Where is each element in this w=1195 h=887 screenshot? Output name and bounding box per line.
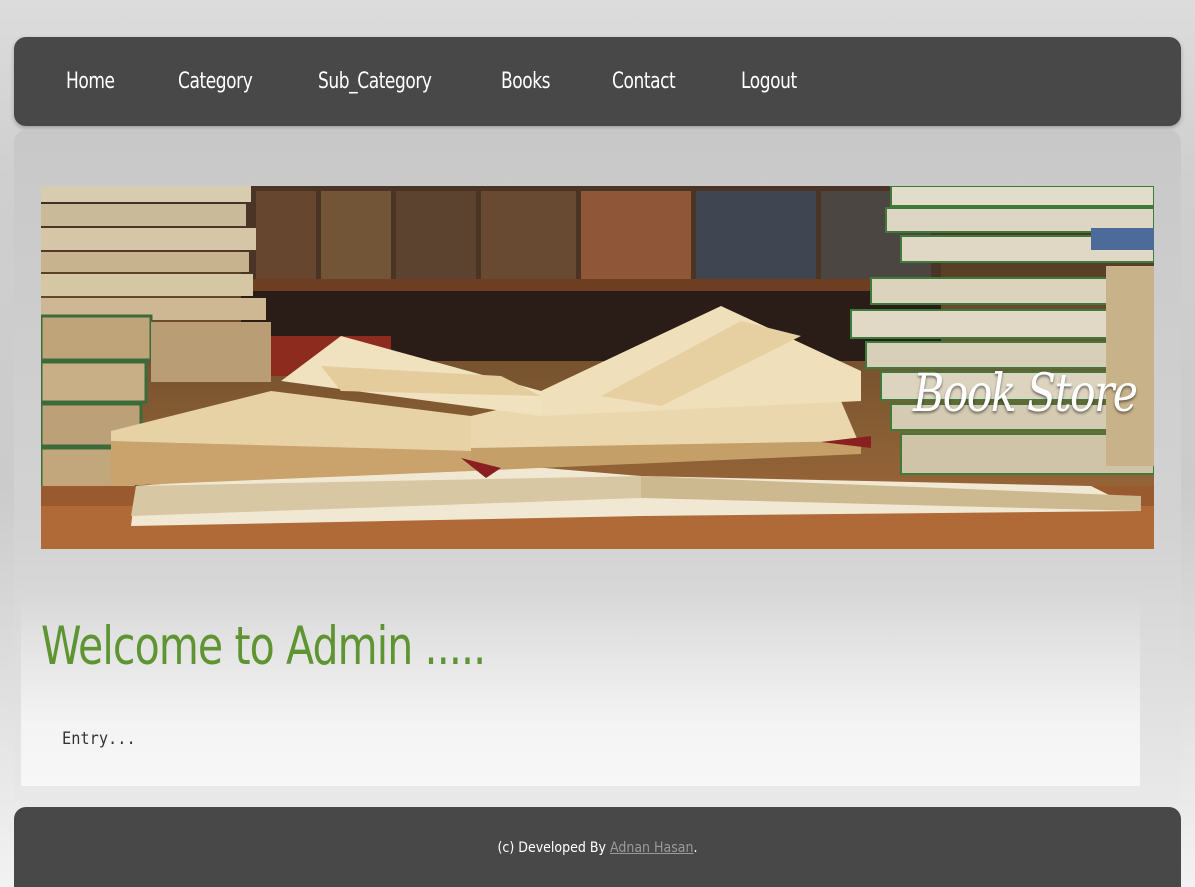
nav-link-sub-category[interactable]: Sub_Category [306, 69, 463, 94]
nav-link-category[interactable]: Category [166, 69, 286, 94]
nav-item-sub-category: Sub_Category [306, 69, 489, 94]
nav-item-logout: Logout [729, 69, 829, 94]
entry-text: Entry... [62, 729, 136, 749]
footer-suffix: . [693, 840, 698, 856]
header-banner: Book Store [41, 186, 1154, 549]
nav-link-logout[interactable]: Logout [729, 69, 815, 94]
footer-prefix: (c) Developed By [497, 840, 610, 856]
nav-item-home: Home [54, 69, 166, 94]
page-footer: (c) Developed By Adnan Hasan. [14, 807, 1181, 887]
nav-link-contact[interactable]: Contact [600, 69, 711, 94]
main-content: Welcome to Admin ..... Entry... [21, 586, 1140, 786]
banner-title: Book Store [912, 364, 1138, 424]
nav-link-books[interactable]: Books [489, 69, 584, 94]
nav-item-books: Books [489, 69, 600, 94]
page-title: Welcome to Admin ..... [41, 616, 486, 677]
nav-item-contact: Contact [600, 69, 729, 94]
footer-credit: (c) Developed By Adnan Hasan. [14, 840, 1181, 856]
main-navigation: Home Category Sub_Category Books Contact… [14, 37, 1181, 126]
nav-menu: Home Category Sub_Category Books Contact… [54, 37, 829, 126]
nav-item-category: Category [166, 69, 306, 94]
nav-link-home[interactable]: Home [54, 69, 150, 94]
footer-author-link[interactable]: Adnan Hasan [610, 840, 694, 856]
